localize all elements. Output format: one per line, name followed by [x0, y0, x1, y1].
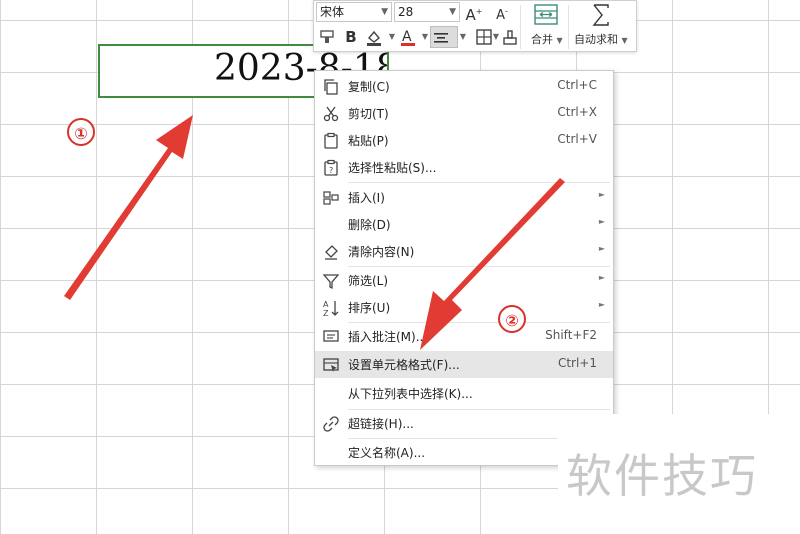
watermark: 软件技巧: [566, 449, 758, 503]
step-2-badge: ②: [498, 305, 526, 333]
arrow-2: [420, 178, 565, 350]
step-1-badge: ①: [67, 118, 95, 146]
